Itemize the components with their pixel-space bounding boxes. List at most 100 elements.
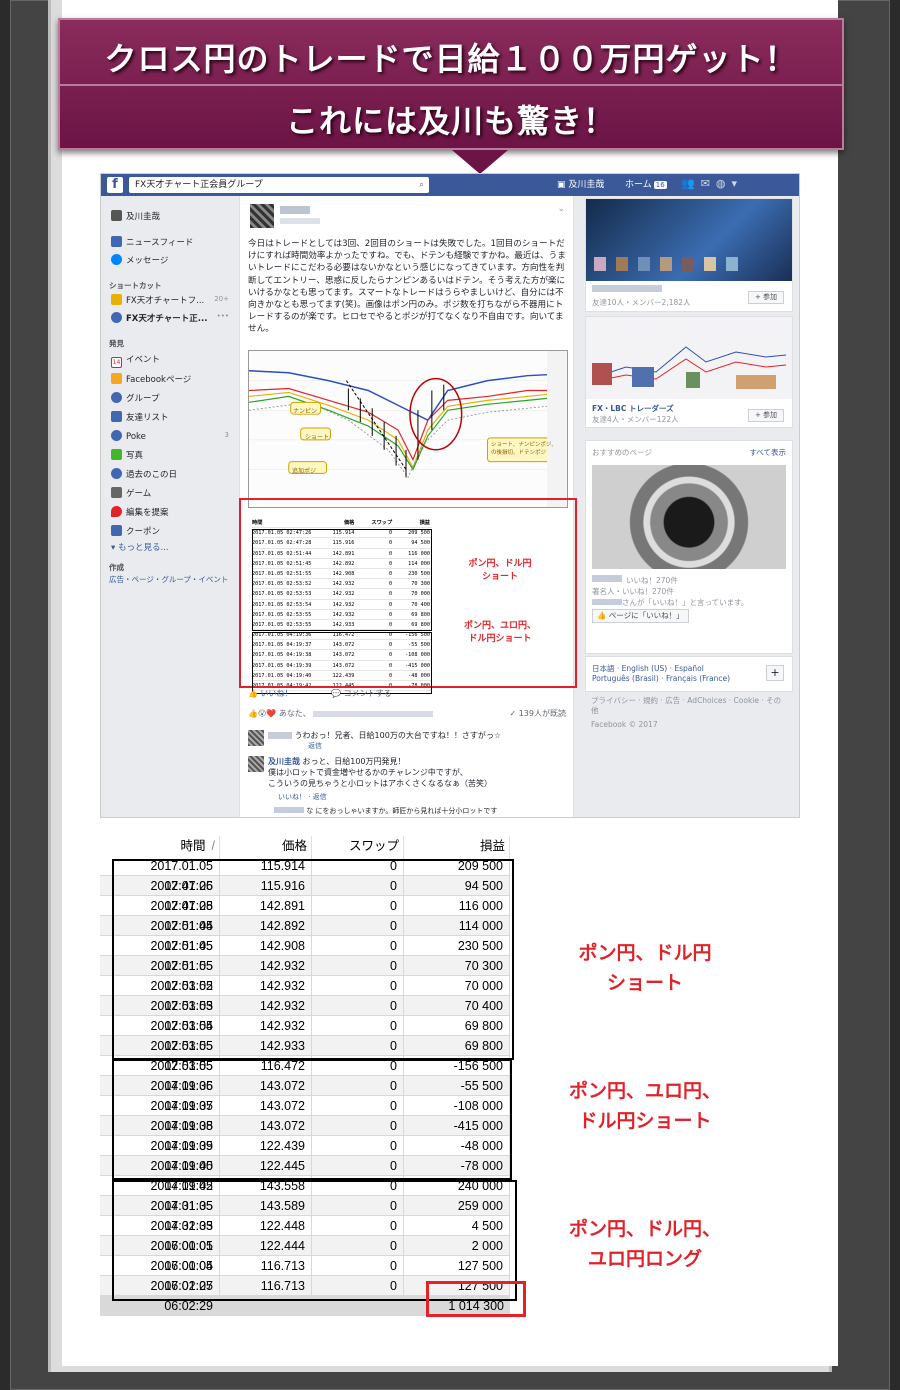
map-pin-icon — [111, 506, 122, 517]
commenter-name-blurred[interactable] — [274, 807, 304, 813]
sidebar-item-label: グループ — [126, 394, 160, 404]
sidebar-item-games[interactable]: ゲーム — [111, 487, 151, 499]
table-header-spacer — [100, 836, 116, 856]
languages-line-2[interactable]: Português (Brasil) · Français (France) — [592, 674, 730, 683]
friends-icon[interactable]: 👥 — [681, 177, 701, 190]
page-likes: いいね！270件 — [626, 576, 678, 585]
table-header-time[interactable]: 時間 / — [116, 836, 220, 856]
member-thumb — [704, 257, 716, 271]
comment-2-body: おっと、日給100万円発見！ 僕は小ロットで資金増やせるかのチャレンジ中ですが、… — [268, 757, 492, 788]
languages-line-1[interactable]: 日本語 · English (US) · Español — [592, 663, 704, 674]
fb-home-link[interactable]: ホーム 16 — [625, 177, 667, 193]
fb-topbar: f FX天才チャート正会員グループ ⌕ ▣ 及川圭哉 ホーム 16 👥✉◍▾ — [101, 174, 799, 196]
page-famous: 著名人・いいね！270件 — [592, 587, 674, 596]
group-icon — [111, 312, 122, 323]
sidebar-item-photos[interactable]: 写真 — [111, 449, 143, 461]
sidebar-item-shortcut-1[interactable]: FX天才チャートフ... — [111, 294, 204, 306]
sidebar-item-label: 編集を提案 — [126, 508, 169, 518]
join-group-2-button[interactable]: + 参加 — [748, 409, 784, 422]
table-header-price[interactable]: 価格 — [220, 836, 312, 856]
group-name-blurred[interactable] — [592, 285, 662, 292]
chart-label-right-note: ショート、ナンピンポジ、 の後損切、ドテンポジ — [491, 442, 557, 456]
fb-top-icons[interactable]: 👥✉◍▾ — [681, 177, 743, 190]
member-thumb — [682, 257, 694, 271]
sidebar-item-friend-lists[interactable]: 友達リスト — [111, 411, 169, 423]
copyright: Facebook © 2017 — [591, 720, 658, 729]
shortcuts-title: ショートカット — [109, 281, 162, 290]
like-page-button[interactable]: 👍 ページに「いいね！」 — [592, 609, 689, 623]
messages-icon[interactable]: ✉ — [701, 177, 716, 190]
sidebar-item-label: ニュースフィード — [126, 238, 194, 248]
page-name-blurred[interactable] — [592, 575, 622, 582]
create-links[interactable]: 広告・ページ・グループ・イベント — [109, 574, 233, 585]
sidebar-item-label: 及川圭哉 — [126, 212, 161, 222]
sidebar-item-label: メッセージ — [126, 256, 169, 266]
sidebar-item-coupons[interactable]: クーポン — [111, 525, 160, 537]
group-2-name[interactable]: FX・LBC トレーダーズ — [592, 403, 674, 414]
sidebar-see-more[interactable]: ▾ もっと見る... — [111, 542, 169, 554]
table-header-profit[interactable]: 損益 — [404, 836, 510, 856]
group-1-stats: 友達10人・メンバー2,182人 — [592, 298, 691, 307]
member-thumb — [594, 257, 606, 271]
group-2-chart-graphic — [592, 346, 787, 389]
settings-icon[interactable]: ▾ — [732, 177, 744, 190]
more-dots-icon[interactable]: ••• — [217, 312, 229, 320]
fb-search-input[interactable]: FX天才チャート正会員グループ ⌕ — [129, 177, 429, 193]
add-language-button[interactable]: + — [766, 665, 784, 681]
sidebar-item-messages[interactable]: メッセージ — [111, 254, 168, 266]
banner-line-1: クロス円のトレードで日給１００万円ゲット！ — [104, 40, 798, 78]
language-card: 日本語 · English (US) · Español Português (… — [585, 656, 793, 692]
join-group-button[interactable]: + 参加 — [748, 291, 784, 304]
see-all-link[interactable]: すべて表示 — [749, 447, 786, 458]
search-icon[interactable]: ⌕ — [419, 177, 424, 193]
chevron-down-icon[interactable]: ⌄ — [557, 204, 565, 214]
reactions-prefix[interactable]: あなた、 — [279, 709, 311, 718]
sidebar-item-label: Facebookページ — [126, 375, 192, 385]
shortcut-1-count: 20+ — [214, 295, 229, 303]
fb-user-link[interactable]: ▣ 及川圭哉 — [557, 177, 604, 193]
sidebar-item-profile[interactable]: 及川圭哉 — [111, 210, 160, 222]
sidebar-item-poke[interactable]: Poke — [111, 430, 146, 442]
sidebar-item-groups[interactable]: グループ — [111, 392, 160, 404]
table-header-swap[interactable]: スワップ — [312, 836, 404, 856]
banner-line-2: これには及川も驚き！ — [285, 102, 616, 140]
sidebar-item-label: 写真 — [126, 451, 144, 461]
sidebar-item-events[interactable]: 14 イベント — [111, 354, 161, 368]
group-2-cover[interactable] — [586, 317, 792, 399]
recommended-page-photo[interactable] — [592, 465, 786, 569]
header-label: 時間 — [180, 839, 206, 853]
like-page-label: ページに「いいね！」 — [608, 611, 684, 620]
sidebar-item-label: イベント — [126, 355, 161, 365]
fb-post: ⌄ 今日はトレードとしては3回、2回目のショートは失敗でした。1回目のショートだ… — [239, 196, 577, 817]
groups-icon — [111, 392, 122, 403]
like-button[interactable]: 👍 いいね！ — [248, 689, 293, 698]
avatar[interactable] — [250, 204, 274, 228]
footer-links[interactable]: プライバシー · 規約 · 広告 · AdChoices · Cookie · … — [591, 696, 787, 716]
comment-2-actions[interactable]: いいね！ · 返信 — [278, 792, 327, 803]
fb-search-text: FX天才チャート正会員グループ — [135, 180, 263, 190]
post-author-blurred[interactable] — [280, 206, 310, 214]
globe-icon[interactable]: ◍ — [716, 177, 732, 190]
sidebar-item-news-feed[interactable]: ニュースフィード — [111, 236, 193, 248]
sidebar-item-label: クーポン — [126, 527, 161, 537]
comment-2-author[interactable]: 及川圭哉 — [268, 757, 300, 766]
sidebar-item-fb-pages[interactable]: Facebookページ — [111, 373, 191, 385]
sidebar-item-on-this-day[interactable]: 過去のこの日 — [111, 468, 177, 480]
avatar[interactable] — [248, 730, 264, 746]
comment-button[interactable]: 💬 コメントする — [331, 689, 392, 698]
friend-list-icon — [111, 411, 122, 422]
friend-name-blurred[interactable] — [592, 599, 622, 605]
avatar[interactable] — [248, 756, 264, 772]
sidebar-item-suggest-edits[interactable]: 編集を提案 — [111, 506, 169, 518]
sidebar-item-shortcut-2[interactable]: FX天才チャート正... — [111, 312, 207, 324]
facebook-logo-icon[interactable]: f — [107, 177, 123, 193]
reply-link[interactable]: 返信 — [308, 741, 322, 752]
reactions-icon[interactable]: 👍😮❤️ — [248, 709, 276, 718]
reaction-names-blurred — [313, 710, 434, 717]
commenter-name-blurred[interactable] — [268, 732, 292, 739]
chart-label-short: ショート — [305, 434, 330, 441]
mini-label-group-1: ポン円、ドル円 ショート — [468, 559, 532, 582]
page-friend-like: さんが「いいね！」と言っています。 — [592, 597, 748, 608]
post-time-blurred — [280, 218, 320, 224]
recommended-pages-card: おすすめのページ すべて表示 いいね！270件 著名人・いいね！270件 さんが… — [585, 440, 793, 654]
